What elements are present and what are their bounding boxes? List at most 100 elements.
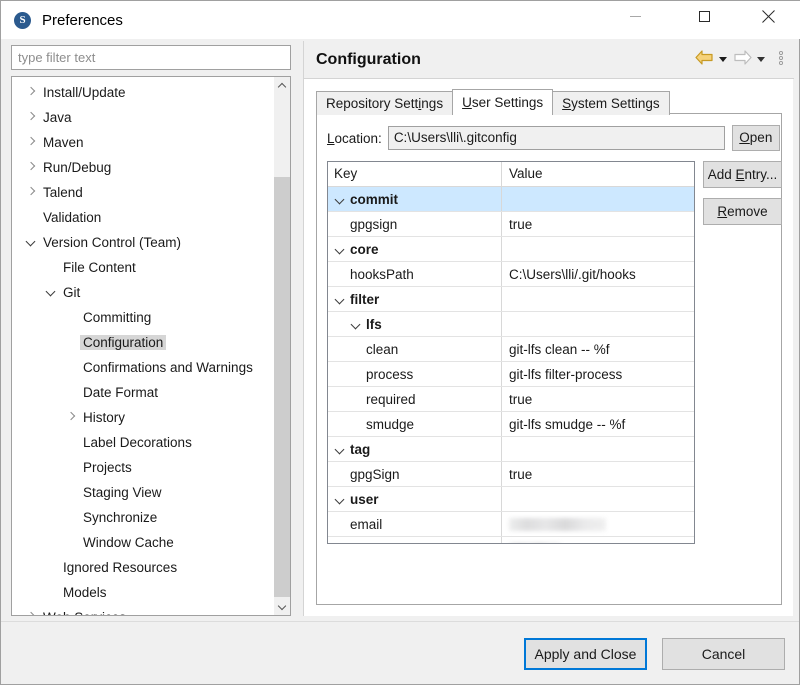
- table-row[interactable]: smudgegit-lfs smudge -- %f: [328, 412, 694, 437]
- tree-item-talend[interactable]: Talend: [12, 180, 277, 205]
- table-row[interactable]: lfs: [328, 312, 694, 337]
- tree-item-label: Validation: [40, 210, 104, 225]
- chevron-down-icon[interactable]: [24, 230, 40, 255]
- tab-user-settings[interactable]: User Settings: [452, 89, 553, 115]
- tree-item-version-control-team[interactable]: Version Control (Team): [12, 230, 277, 255]
- tree-item-label: Run/Debug: [40, 160, 114, 175]
- chevron-down-icon[interactable]: [334, 243, 347, 256]
- vertical-dots-icon[interactable]: [774, 50, 788, 67]
- tree-item-file-content[interactable]: File Content: [12, 255, 277, 280]
- table-row[interactable]: requiredtrue: [328, 387, 694, 412]
- tree-item-models[interactable]: Models: [12, 580, 277, 605]
- chevron-right-icon[interactable]: [24, 180, 40, 205]
- apply-and-close-button[interactable]: Apply and Close: [524, 638, 647, 670]
- tree-item-history[interactable]: History: [12, 405, 277, 430]
- key-label: gpgsign: [350, 217, 397, 232]
- window-title: Preferences: [42, 12, 123, 29]
- tree-item-confirmations-and-warnings[interactable]: Confirmations and Warnings: [12, 355, 277, 380]
- scroll-down-icon[interactable]: [274, 598, 290, 615]
- table-row[interactable]: cleangit-lfs clean -- %f: [328, 337, 694, 362]
- tree-spacer: [64, 530, 80, 555]
- cell-key: hooksPath: [328, 262, 502, 286]
- table-row[interactable]: core: [328, 237, 694, 262]
- tree-item-label: Java: [40, 110, 75, 125]
- tree-item-ignored-resources[interactable]: Ignored Resources: [12, 555, 277, 580]
- add-entry-button[interactable]: Add Entry...: [703, 161, 782, 188]
- cell-value: git-lfs clean -- %f: [502, 337, 694, 361]
- cell-key: required: [328, 387, 502, 411]
- table-row[interactable]: hooksPathC:\Users\lli/.git/hooks: [328, 262, 694, 287]
- tree-item-staging-view[interactable]: Staging View: [12, 480, 277, 505]
- table-row[interactable]: user: [328, 487, 694, 512]
- cell-key: commit: [328, 187, 502, 211]
- chevron-right-icon[interactable]: [24, 105, 40, 130]
- tree-item-date-format[interactable]: Date Format: [12, 380, 277, 405]
- tree-spacer: [44, 555, 60, 580]
- chevron-down-icon[interactable]: [334, 493, 347, 506]
- tree-item-committing[interactable]: Committing: [12, 305, 277, 330]
- tree-spacer: [64, 305, 80, 330]
- settings-tabs: Repository SettingsUser SettingsSystem S…: [316, 89, 669, 115]
- cell-key: filter: [328, 287, 502, 311]
- tree-item-web-services[interactable]: Web Services: [12, 605, 277, 616]
- eclipse-icon: [14, 12, 31, 29]
- table-row[interactable]: gpgsigntrue: [328, 212, 694, 237]
- close-button[interactable]: [745, 1, 791, 32]
- location-label: Location:: [327, 131, 382, 146]
- table-row[interactable]: commit: [328, 187, 694, 212]
- chevron-down-icon[interactable]: [350, 318, 363, 331]
- tree-item-configuration[interactable]: Configuration: [12, 330, 277, 355]
- dialog-footer: Apply and Close Cancel: [1, 621, 799, 684]
- table-row[interactable]: tag: [328, 437, 694, 462]
- minimize-button[interactable]: [612, 1, 658, 32]
- cell-key: core: [328, 237, 502, 261]
- tree-item-java[interactable]: Java: [12, 105, 277, 130]
- tree-item-validation[interactable]: Validation: [12, 205, 277, 230]
- tree-item-install-update[interactable]: Install/Update: [12, 80, 277, 105]
- chevron-right-icon[interactable]: [24, 155, 40, 180]
- tree-item-git[interactable]: Git: [12, 280, 277, 305]
- tab-system-settings[interactable]: System Settings: [552, 91, 670, 115]
- table-row[interactable]: email: [328, 512, 694, 537]
- config-table[interactable]: Key Value commitgpgsigntruecorehooksPath…: [327, 161, 695, 544]
- remove-button[interactable]: Remove: [703, 198, 782, 225]
- tree-item-label: File Content: [60, 260, 139, 275]
- open-button[interactable]: Open: [732, 125, 780, 151]
- tree-item-window-cache[interactable]: Window Cache: [12, 530, 277, 555]
- table-row[interactable]: name: [328, 537, 694, 544]
- tree-item-label: Ignored Resources: [60, 560, 180, 575]
- tree-item-synchronize[interactable]: Synchronize: [12, 505, 277, 530]
- location-input[interactable]: C:\Users\lli\.gitconfig: [388, 126, 725, 150]
- back-history-chevron-down-icon[interactable]: [717, 50, 730, 67]
- table-row[interactable]: filter: [328, 287, 694, 312]
- cancel-button[interactable]: Cancel: [662, 638, 785, 670]
- chevron-right-icon[interactable]: [24, 605, 40, 616]
- navigation-toolbar: [695, 50, 788, 67]
- tree-scrollbar[interactable]: [274, 77, 290, 615]
- value-label: git-lfs smudge -- %f: [509, 417, 625, 432]
- table-row[interactable]: processgit-lfs filter-process: [328, 362, 694, 387]
- forward-history-chevron-down-icon[interactable]: [755, 50, 768, 67]
- table-row[interactable]: gpgSigntrue: [328, 462, 694, 487]
- tree-item-run-debug[interactable]: Run/Debug: [12, 155, 277, 180]
- back-arrow-icon[interactable]: [695, 50, 714, 67]
- chevron-right-icon[interactable]: [24, 130, 40, 155]
- scroll-up-icon[interactable]: [274, 77, 290, 94]
- tree-item-projects[interactable]: Projects: [12, 455, 277, 480]
- chevron-down-icon[interactable]: [334, 193, 347, 206]
- chevron-right-icon[interactable]: [24, 80, 40, 105]
- tree-spacer: [64, 455, 80, 480]
- preferences-tree[interactable]: Install/Update Java Maven Run/Debug Talend Va…: [11, 76, 291, 616]
- filter-input[interactable]: type filter text: [11, 45, 291, 70]
- location-label-rest: ocation:: [335, 131, 382, 146]
- chevron-down-icon[interactable]: [334, 293, 347, 306]
- tab-repository-settings[interactable]: Repository Settings: [316, 91, 453, 115]
- tree-item-label-decorations[interactable]: Label Decorations: [12, 430, 277, 455]
- scrollbar-thumb[interactable]: [274, 177, 290, 597]
- chevron-down-icon[interactable]: [44, 280, 60, 305]
- maximize-button[interactable]: [681, 1, 727, 32]
- tree-item-maven[interactable]: Maven: [12, 130, 277, 155]
- chevron-down-icon[interactable]: [334, 443, 347, 456]
- chevron-right-icon[interactable]: [64, 405, 80, 430]
- tree-spacer: [64, 505, 80, 530]
